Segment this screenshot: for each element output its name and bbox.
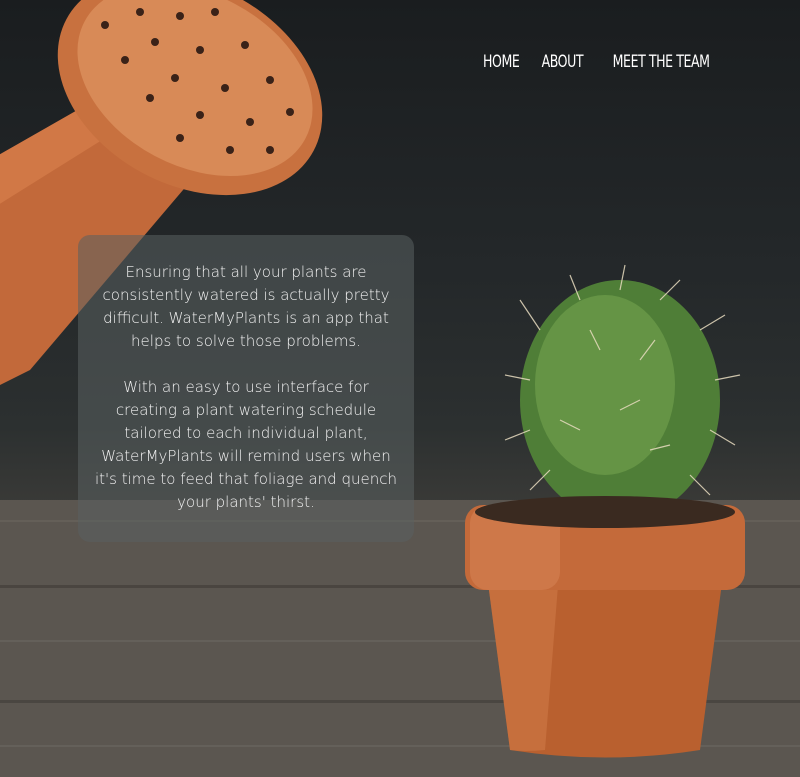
nav-link-about[interactable]: ABOUT — [542, 52, 584, 72]
about-paragraph-2: With an easy to use interface for creati… — [95, 378, 397, 511]
terracotta-pot — [465, 496, 745, 758]
cactus — [504, 264, 741, 520]
main-nav: HOME ABOUT MEET THE TEAM — [479, 52, 720, 72]
about-paragraph-1: Ensuring that all your plants are consis… — [102, 263, 390, 350]
hero-section: HOME ABOUT MEET THE TEAM Ensuring that a… — [0, 0, 800, 777]
about-description-card: Ensuring that all your plants are consis… — [78, 235, 414, 542]
nav-link-meet-the-team[interactable]: MEET THE TEAM — [612, 52, 709, 72]
nav-link-home[interactable]: HOME — [483, 52, 520, 72]
